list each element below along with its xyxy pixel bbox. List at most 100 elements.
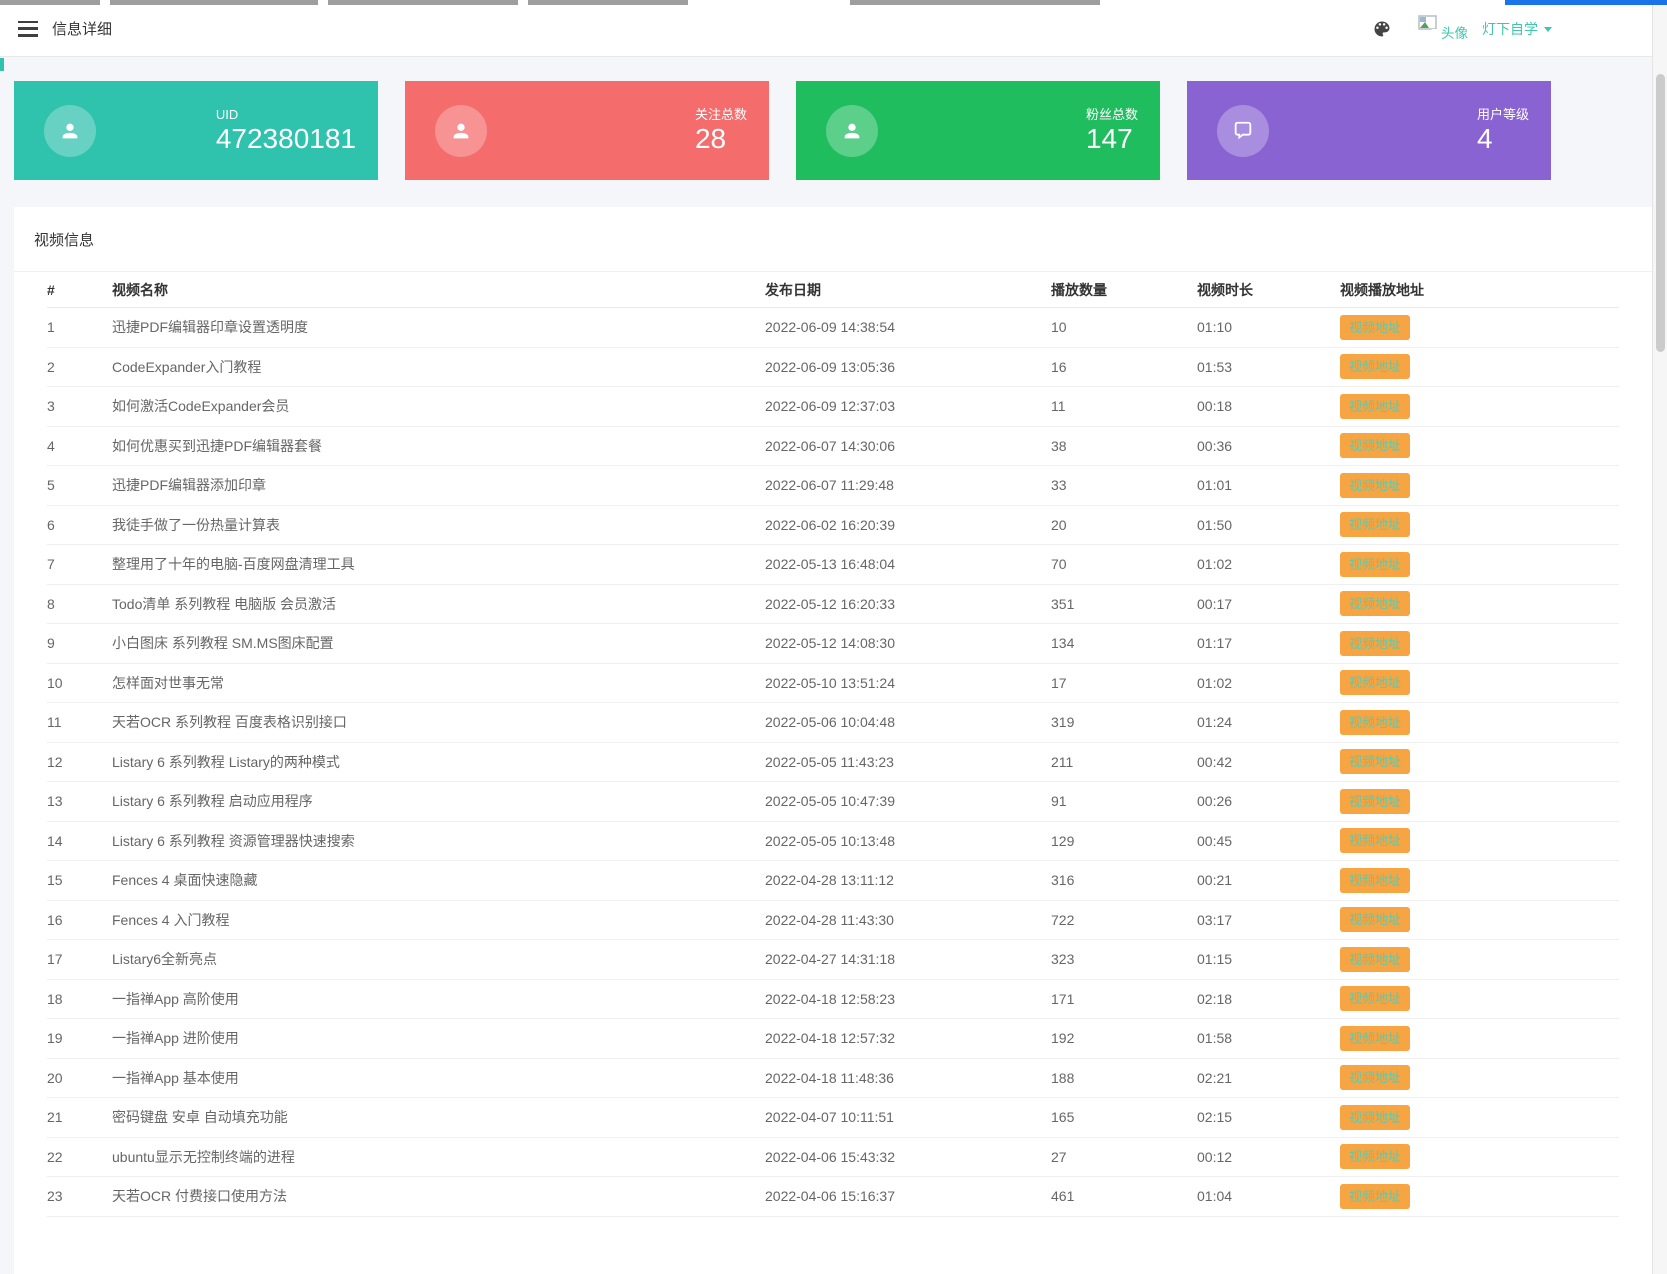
- col-header-address: 视频播放地址: [1340, 280, 1619, 300]
- video-url-button[interactable]: 视频地址: [1340, 828, 1410, 853]
- video-url-button[interactable]: 视频地址: [1340, 1065, 1410, 1090]
- row-index: 21: [47, 1109, 112, 1125]
- video-url-button[interactable]: 视频地址: [1340, 1026, 1410, 1051]
- video-url-button[interactable]: 视频地址: [1340, 1184, 1410, 1209]
- row-index: 12: [47, 754, 112, 770]
- table-row: 21密码键盘 安卓 自动填充功能2022-04-07 10:11:5116502…: [47, 1098, 1619, 1138]
- video-duration: 00:18: [1197, 398, 1340, 414]
- stat-value: 472380181: [216, 123, 356, 155]
- video-address-cell: 视频地址: [1340, 354, 1619, 379]
- video-url-button[interactable]: 视频地址: [1340, 947, 1410, 972]
- table-row: 12Listary 6 系列教程 Listary的两种模式2022-05-05 …: [47, 743, 1619, 783]
- user-icon: [435, 105, 487, 157]
- vertical-scrollbar[interactable]: [1652, 0, 1667, 1274]
- video-url-button[interactable]: 视频地址: [1340, 710, 1410, 735]
- avatar[interactable]: 头像: [1418, 15, 1468, 42]
- publish-date: 2022-06-02 16:20:39: [765, 517, 1051, 533]
- scrollbar-thumb[interactable]: [1656, 74, 1665, 352]
- video-name: 密码键盘 安卓 自动填充功能: [112, 1107, 765, 1127]
- video-duration: 01:02: [1197, 556, 1340, 572]
- video-url-button[interactable]: 视频地址: [1340, 315, 1410, 340]
- video-name: Listary 6 系列教程 Listary的两种模式: [112, 752, 765, 772]
- video-duration: 01:02: [1197, 675, 1340, 691]
- video-address-cell: 视频地址: [1340, 473, 1619, 498]
- video-url-button[interactable]: 视频地址: [1340, 394, 1410, 419]
- stat-card-following: 关注总数 28: [405, 81, 769, 180]
- play-count: 38: [1051, 438, 1197, 454]
- play-count: 134: [1051, 635, 1197, 651]
- play-count: 351: [1051, 596, 1197, 612]
- video-duration: 03:17: [1197, 912, 1340, 928]
- user-menu[interactable]: 灯下自学: [1482, 19, 1552, 39]
- row-index: 7: [47, 556, 112, 572]
- video-url-button[interactable]: 视频地址: [1340, 631, 1410, 656]
- play-count: 91: [1051, 793, 1197, 809]
- video-url-button[interactable]: 视频地址: [1340, 1144, 1410, 1169]
- video-url-button[interactable]: 视频地址: [1340, 868, 1410, 893]
- theme-palette-icon[interactable]: [1372, 19, 1392, 39]
- video-address-cell: 视频地址: [1340, 947, 1619, 972]
- video-name: 一指禅App 进阶使用: [112, 1028, 765, 1048]
- table-row: 8Todo清单 系列教程 电脑版 会员激活2022-05-12 16:20:33…: [47, 585, 1619, 625]
- video-name: CodeExpander入门教程: [112, 357, 765, 377]
- publish-date: 2022-06-07 14:30:06: [765, 438, 1051, 454]
- video-url-button[interactable]: 视频地址: [1340, 670, 1410, 695]
- video-name: 迅捷PDF编辑器添加印章: [112, 475, 765, 495]
- video-duration: 01:01: [1197, 477, 1340, 493]
- video-name: 我徒手做了一份热量计算表: [112, 515, 765, 535]
- video-url-button[interactable]: 视频地址: [1340, 591, 1410, 616]
- video-duration: 01:15: [1197, 951, 1340, 967]
- menu-toggle-icon[interactable]: [18, 21, 38, 37]
- col-header-name: 视频名称: [112, 280, 765, 300]
- video-url-button[interactable]: 视频地址: [1340, 1105, 1410, 1130]
- play-count: 192: [1051, 1030, 1197, 1046]
- table-row: 19一指禅App 进阶使用2022-04-18 12:57:3219201:58…: [47, 1019, 1619, 1059]
- video-url-button[interactable]: 视频地址: [1340, 749, 1410, 774]
- video-url-button[interactable]: 视频地址: [1340, 789, 1410, 814]
- video-url-button[interactable]: 视频地址: [1340, 354, 1410, 379]
- row-index: 11: [47, 714, 112, 730]
- stat-label: 关注总数: [695, 106, 747, 123]
- stat-label: 用户等级: [1477, 106, 1529, 123]
- stat-label: UID: [216, 106, 356, 123]
- play-count: 316: [1051, 872, 1197, 888]
- video-url-button[interactable]: 视频地址: [1340, 986, 1410, 1011]
- publish-date: 2022-05-13 16:48:04: [765, 556, 1051, 572]
- video-duration: 01:50: [1197, 517, 1340, 533]
- video-duration: 00:17: [1197, 596, 1340, 612]
- publish-date: 2022-04-07 10:11:51: [765, 1109, 1051, 1125]
- video-name: ubuntu显示无控制终端的进程: [112, 1147, 765, 1167]
- video-info-panel: 视频信息 # 视频名称 发布日期 播放数量 视频时长 视频播放地址 1迅捷PDF…: [14, 207, 1652, 1274]
- publish-date: 2022-06-09 14:38:54: [765, 319, 1051, 335]
- play-count: 211: [1051, 754, 1197, 770]
- video-url-button[interactable]: 视频地址: [1340, 473, 1410, 498]
- col-header-date: 发布日期: [765, 280, 1051, 300]
- video-url-button[interactable]: 视频地址: [1340, 552, 1410, 577]
- table-row: 16Fences 4 入门教程2022-04-28 11:43:3072203:…: [47, 901, 1619, 941]
- video-url-button[interactable]: 视频地址: [1340, 433, 1410, 458]
- video-address-cell: 视频地址: [1340, 670, 1619, 695]
- row-index: 2: [47, 359, 112, 375]
- play-count: 17: [1051, 675, 1197, 691]
- username: 灯下自学: [1482, 19, 1538, 39]
- user-icon: [826, 105, 878, 157]
- video-url-button[interactable]: 视频地址: [1340, 907, 1410, 932]
- video-name: Fences 4 入门教程: [112, 910, 765, 930]
- stat-label: 粉丝总数: [1086, 106, 1138, 123]
- video-url-button[interactable]: 视频地址: [1340, 512, 1410, 537]
- video-name: 一指禅App 基本使用: [112, 1068, 765, 1088]
- video-name: Todo清单 系列教程 电脑版 会员激活: [112, 594, 765, 614]
- video-name: 小白图床 系列教程 SM.MS图床配置: [112, 633, 765, 653]
- video-duration: 01:24: [1197, 714, 1340, 730]
- video-name: Listary6全新亮点: [112, 949, 765, 969]
- stat-value: 28: [695, 123, 747, 155]
- row-index: 18: [47, 991, 112, 1007]
- play-count: 188: [1051, 1070, 1197, 1086]
- table-row: 22ubuntu显示无控制终端的进程2022-04-06 15:43:32270…: [47, 1138, 1619, 1178]
- video-address-cell: 视频地址: [1340, 512, 1619, 537]
- video-address-cell: 视频地址: [1340, 789, 1619, 814]
- table-row: 20一指禅App 基本使用2022-04-18 11:48:3618802:21…: [47, 1059, 1619, 1099]
- panel-title: 视频信息: [34, 229, 94, 250]
- video-duration: 01:10: [1197, 319, 1340, 335]
- video-address-cell: 视频地址: [1340, 1144, 1619, 1169]
